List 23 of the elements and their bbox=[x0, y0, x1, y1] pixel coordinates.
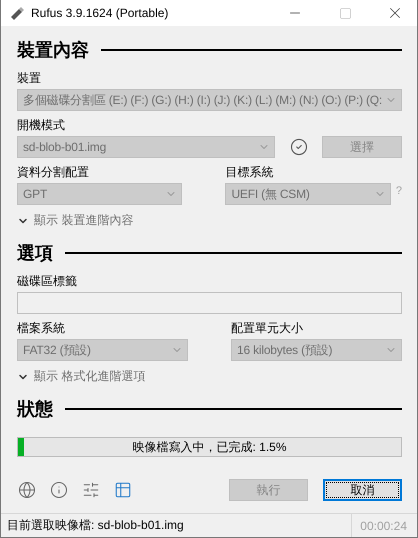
globe-icon[interactable] bbox=[17, 480, 37, 500]
field-label: 裝置 bbox=[17, 70, 42, 87]
action-button[interactable]: 取消 bbox=[323, 479, 402, 501]
usb-drive-icon bbox=[9, 5, 25, 21]
log-icon[interactable] bbox=[113, 480, 133, 500]
advanced-toggle[interactable]: 顯示 格式化進階選項 bbox=[17, 368, 146, 385]
section-heading: 選項 bbox=[17, 242, 53, 265]
info-icon[interactable] bbox=[49, 480, 69, 500]
field-label: 開機模式 bbox=[17, 117, 66, 134]
section-heading: 狀態 bbox=[17, 398, 53, 421]
field-label: 資料分割配置 bbox=[17, 164, 90, 181]
field-label: 配置單元大小 bbox=[231, 320, 304, 337]
section-heading: 裝置內容 bbox=[17, 39, 89, 62]
field-label: 磁碟區標籤 bbox=[17, 273, 78, 290]
advanced-toggle[interactable]: 顯示 裝置進階內容 bbox=[17, 212, 134, 229]
status-text: 目前選取映像檔: sd-blob-b01.img bbox=[6, 517, 185, 534]
field-label: 目標系統 bbox=[225, 164, 274, 181]
window-title: Rufus 3.9.1624 (Portable) bbox=[31, 6, 170, 20]
field-label: 檔案系統 bbox=[17, 320, 66, 337]
elapsed-time: 00:00:24 bbox=[351, 514, 417, 537]
settings-icon[interactable] bbox=[81, 480, 101, 500]
progress-text: 映像檔寫入中，已完成: 1.5% bbox=[132, 438, 287, 456]
check-icon[interactable] bbox=[290, 138, 308, 156]
